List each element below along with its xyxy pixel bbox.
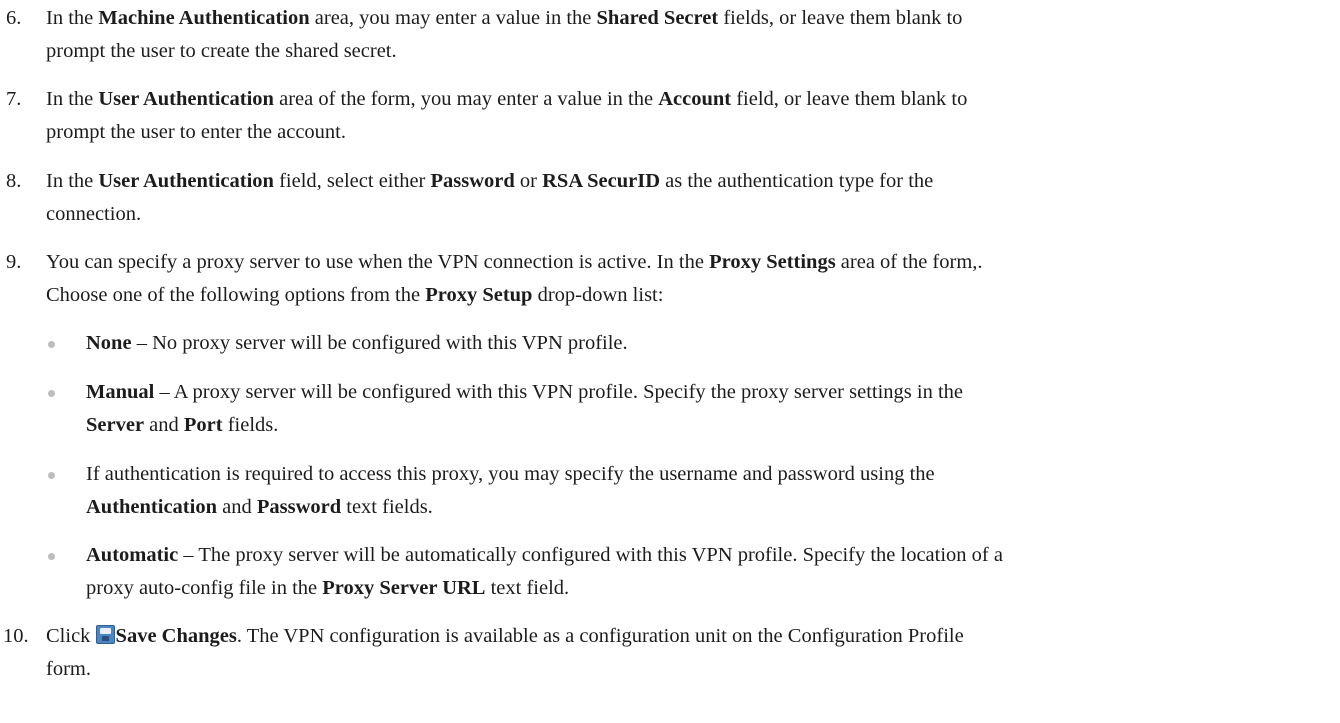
step-10: 10. Click Save Changes. The VPN configur… xyxy=(0,620,1300,686)
bullet-item-manual: Manual – A proxy server will be configur… xyxy=(46,376,1306,442)
bullet-item-automatic: Automatic – The proxy server will be aut… xyxy=(46,539,1306,605)
step-text: Click Save Changes. The VPN configuratio… xyxy=(46,625,964,680)
step-text: In the User Authentication area of the f… xyxy=(46,88,968,143)
step-8: 8. In the User Authentication field, sel… xyxy=(0,165,1300,231)
ui-term: None xyxy=(86,332,132,354)
step-number: 10. xyxy=(3,625,29,647)
bullet-dot-icon xyxy=(48,472,55,479)
ui-term: Machine Authentication xyxy=(98,7,310,29)
save-icon xyxy=(95,625,115,644)
ui-term: Manual xyxy=(86,381,155,403)
bullet-dot-icon xyxy=(48,390,55,397)
bullet-text: Manual – A proxy server will be configur… xyxy=(86,381,964,436)
ui-term: User Authentication xyxy=(98,88,274,110)
step-7: 7. In the User Authentication area of th… xyxy=(0,83,1300,149)
bullet-text: None – No proxy server will be configure… xyxy=(86,332,628,354)
ui-term: Shared Secret xyxy=(596,7,719,29)
bullet-item-none: None – No proxy server will be configure… xyxy=(46,327,1306,360)
step-number: 8. xyxy=(6,170,22,192)
ui-term: Account xyxy=(658,88,732,110)
ui-term: User Authentication xyxy=(98,170,274,192)
step-number: 6. xyxy=(6,7,22,29)
bullet-dot-icon xyxy=(48,553,55,560)
step-9: 9. You can specify a proxy server to use… xyxy=(0,246,1300,312)
step-number: 7. xyxy=(6,88,22,110)
bullet-text: Automatic – The proxy server will be aut… xyxy=(86,544,1003,599)
ui-term: Proxy Server URL xyxy=(322,577,486,599)
ui-term: Automatic xyxy=(86,544,179,566)
ui-term: Proxy Setup xyxy=(425,284,533,306)
document-page: 6. In the Machine Authentication area, y… xyxy=(0,0,1340,723)
ui-term: RSA SecurID xyxy=(542,170,661,192)
step-text: In the User Authentication field, select… xyxy=(46,170,934,225)
step-number: 9. xyxy=(6,251,22,273)
ui-term: Port xyxy=(183,414,223,436)
ui-term: Password xyxy=(430,170,515,192)
bullet-item-authentication: If authentication is required to access … xyxy=(46,458,1306,524)
bullet-text: If authentication is required to access … xyxy=(86,463,935,518)
step-text: In the Machine Authentication area, you … xyxy=(46,7,963,62)
step-6: 6. In the Machine Authentication area, y… xyxy=(0,2,1300,68)
ui-term: Proxy Settings xyxy=(709,251,836,273)
ui-term: Password xyxy=(256,496,342,518)
save-changes-label: Save Changes xyxy=(115,625,237,647)
ui-term: Server xyxy=(86,414,145,436)
step-text: You can specify a proxy server to use wh… xyxy=(46,251,983,306)
ui-term: Authentication xyxy=(86,496,217,518)
bullet-dot-icon xyxy=(48,341,55,348)
